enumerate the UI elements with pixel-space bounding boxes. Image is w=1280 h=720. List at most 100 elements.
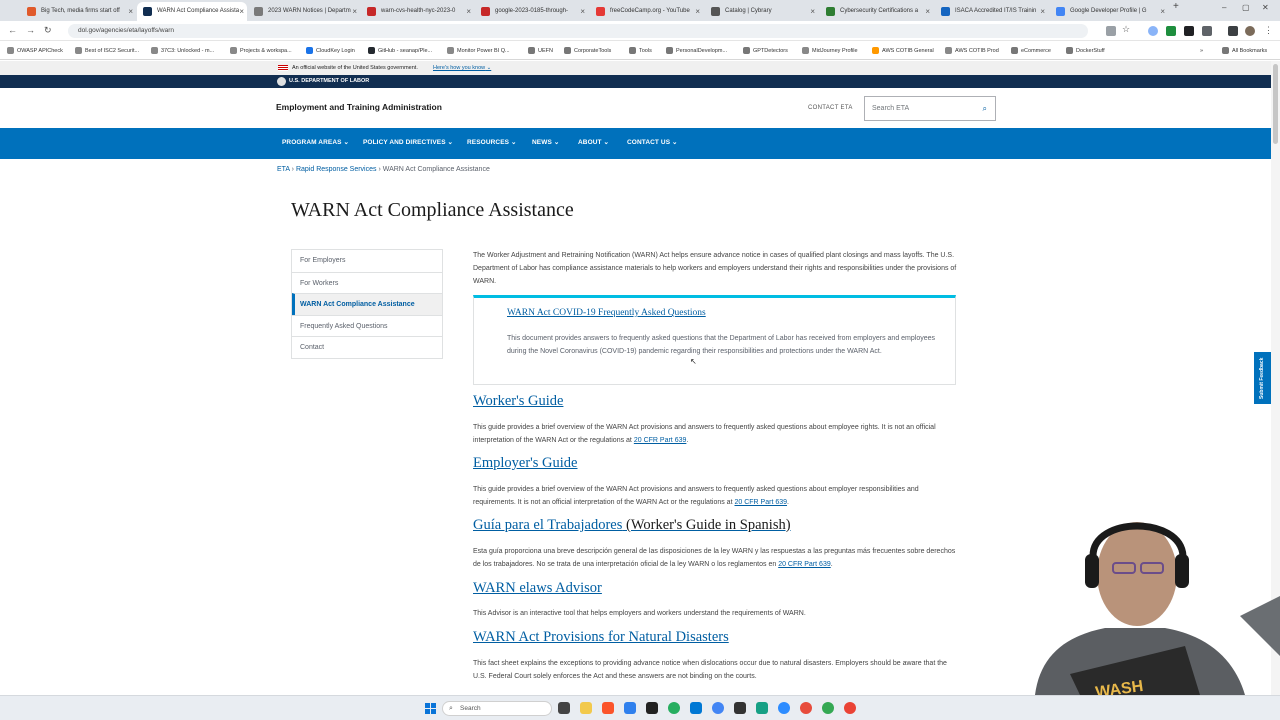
side-nav-item-workers[interactable]: For Workers — [292, 271, 442, 294]
bookmark-item[interactable]: Projects & workspa... — [230, 45, 292, 57]
windows-start-icon[interactable] — [425, 703, 436, 714]
submit-feedback-button[interactable]: Submit Feedback — [1254, 352, 1271, 404]
close-tab-icon[interactable]: × — [1040, 2, 1045, 21]
bookmark-item[interactable]: GitHub - seanap/Ple... — [368, 45, 432, 57]
extension-icon[interactable] — [1184, 26, 1194, 36]
app-icon[interactable] — [734, 702, 746, 714]
close-tab-icon[interactable]: × — [695, 2, 700, 21]
bookmark-item[interactable]: CloudKey Login — [306, 45, 355, 57]
bookmark-item[interactable]: AWS COTIB General — [872, 45, 934, 57]
bookmark-star-icon[interactable]: ☆ — [1122, 24, 1132, 34]
natural-disasters-link[interactable]: WARN Act Provisions for Natural Disaster… — [473, 629, 729, 646]
browser-tab-active[interactable]: WARN Act Compliance Assista × — [137, 2, 247, 21]
search-input[interactable]: Search ETA ⌕ — [864, 96, 996, 121]
close-tab-icon[interactable]: × — [239, 2, 244, 21]
translate-icon[interactable] — [1106, 26, 1116, 36]
employers-guide-link[interactable]: Employer's Guide — [473, 455, 578, 472]
gov-banner-link[interactable]: Here's how you know ⌄ — [433, 61, 491, 75]
app-icon[interactable] — [800, 702, 812, 714]
cfr-link[interactable]: 20 CFR Part 639 — [734, 499, 787, 506]
close-tab-icon[interactable]: × — [925, 2, 930, 21]
cfr-link[interactable]: 20 CFR Part 639 — [778, 561, 831, 568]
browser-tab[interactable]: Cybersecurity Certifications a × — [820, 2, 933, 21]
terminal-icon[interactable] — [646, 702, 658, 714]
extension-icon[interactable] — [1148, 26, 1158, 36]
browser-tab[interactable]: warn-cvs-health-nyc-2023-0 × — [361, 2, 474, 21]
chrome-profile-icon[interactable] — [822, 702, 834, 714]
workers-guide-link[interactable]: Worker's Guide — [473, 393, 563, 410]
profile-avatar[interactable] — [1245, 26, 1255, 36]
back-icon[interactable]: ← — [8, 25, 17, 35]
site-title[interactable]: Employment and Training Administration — [276, 102, 442, 112]
bookmark-item[interactable]: Best of ISC2 Securit... — [75, 45, 139, 57]
bookmark-item[interactable]: AWS COTIB Prod — [945, 45, 999, 57]
browser-tab[interactable]: Catalog | Cybrary × — [705, 2, 818, 21]
chrome-icon[interactable] — [712, 702, 724, 714]
browser-tab[interactable]: Big Tech, media firms start off × — [21, 2, 136, 21]
bookmark-folder[interactable]: PersonalDevelopm... — [666, 45, 727, 57]
bookmark-item[interactable]: 37C3: Unlocked - m... — [151, 45, 214, 57]
nav-policy-directives[interactable]: POLICY AND DIRECTIVES ⌄ — [363, 128, 453, 159]
bookmark-item[interactable]: MidJourney Profile — [802, 45, 858, 57]
task-view-icon[interactable] — [558, 702, 570, 714]
sidepanel-icon[interactable] — [1228, 26, 1238, 36]
side-nav-item-compliance[interactable]: WARN Act Compliance Assistance — [292, 293, 442, 315]
browser-tab[interactable]: google-2023-0185-through- × — [475, 2, 588, 21]
app-icon[interactable] — [668, 702, 680, 714]
scrollbar-thumb[interactable] — [1273, 64, 1278, 144]
bookmark-item[interactable]: OWASP APICheck — [7, 45, 63, 57]
cfr-link[interactable]: 20 CFR Part 639 — [634, 437, 687, 444]
bookmarks-overflow-icon[interactable]: » — [1200, 45, 1203, 57]
forward-icon[interactable]: → — [26, 25, 35, 35]
app-icon[interactable] — [624, 702, 636, 714]
nav-contact-us[interactable]: CONTACT US ⌄ — [627, 128, 678, 159]
browser-tab[interactable]: 2023 WARN Notices | Departm × — [248, 2, 360, 21]
reload-icon[interactable]: ↻ — [44, 25, 52, 36]
nav-about[interactable]: ABOUT ⌄ — [578, 128, 609, 159]
close-tab-icon[interactable]: × — [352, 2, 357, 21]
file-explorer-icon[interactable] — [580, 702, 592, 714]
vscode-icon[interactable] — [690, 702, 702, 714]
app-icon[interactable] — [756, 702, 768, 714]
close-tab-icon[interactable]: × — [580, 2, 585, 21]
bookmark-folder[interactable]: Tools — [629, 45, 652, 57]
elaws-advisor-link[interactable]: WARN elaws Advisor — [473, 580, 602, 597]
close-tab-icon[interactable]: × — [1160, 2, 1165, 21]
extension-icon[interactable] — [1166, 26, 1176, 36]
breadcrumb-parent[interactable]: Rapid Response Services — [296, 166, 377, 173]
featured-card-title-link[interactable]: WARN Act COVID-19 Frequently Asked Quest… — [507, 308, 706, 318]
close-tab-icon[interactable]: × — [810, 2, 815, 21]
new-tab-button[interactable]: + — [1173, 1, 1179, 12]
side-nav-item-faq[interactable]: Frequently Asked Questions — [292, 314, 442, 337]
browser-tab[interactable]: freeCodeCamp.org - YouTube × — [590, 2, 703, 21]
search-icon[interactable]: ⌕ — [983, 104, 987, 114]
close-tab-icon[interactable]: × — [466, 2, 471, 21]
agency-name[interactable]: U.S. DEPARTMENT OF LABOR — [289, 75, 369, 88]
zoom-icon[interactable] — [778, 702, 790, 714]
browser-tab[interactable]: Google Developer Profile | G × — [1050, 2, 1168, 21]
menu-kebab-icon[interactable]: ⋮ — [1264, 25, 1273, 36]
nav-resources[interactable]: RESOURCES ⌄ — [467, 128, 517, 159]
bookmark-folder[interactable]: CorporateTools — [564, 45, 611, 57]
bookmark-folder[interactable]: eCommerce — [1011, 45, 1051, 57]
minimize-icon[interactable]: – — [1222, 3, 1226, 12]
close-tab-icon[interactable]: × — [128, 2, 133, 21]
taskbar-search-input[interactable]: ⌕ Search — [442, 701, 552, 716]
nav-news[interactable]: NEWS ⌄ — [532, 128, 559, 159]
maximize-icon[interactable]: ▢ — [1242, 3, 1250, 12]
nav-program-areas[interactable]: PROGRAM AREAS ⌄ — [282, 128, 349, 159]
contact-eta-link[interactable]: CONTACT ETA — [808, 105, 853, 111]
brave-browser-icon[interactable] — [602, 702, 614, 714]
side-nav-item-employers[interactable]: For Employers — [292, 250, 442, 272]
extensions-puzzle-icon[interactable] — [1202, 26, 1212, 36]
window-close-icon[interactable]: ✕ — [1262, 3, 1269, 12]
browser-tab[interactable]: ISACA Accredited IT/IS Trainin × — [935, 2, 1048, 21]
bookmark-folder[interactable]: UEFN — [528, 45, 553, 57]
bookmark-folder[interactable]: GPTDetectors — [743, 45, 788, 57]
bookmark-item[interactable]: Monitor Power BI Q... — [447, 45, 510, 57]
bookmark-folder[interactable]: DockerStuff — [1066, 45, 1105, 57]
breadcrumb-home[interactable]: ETA — [277, 166, 290, 173]
url-field[interactable]: dol.gov/agencies/eta/layoffs/warn — [68, 24, 1088, 38]
spanish-guide-link[interactable]: Guía para el Trabajadores — [473, 517, 622, 533]
all-bookmarks[interactable]: All Bookmarks — [1222, 45, 1267, 57]
